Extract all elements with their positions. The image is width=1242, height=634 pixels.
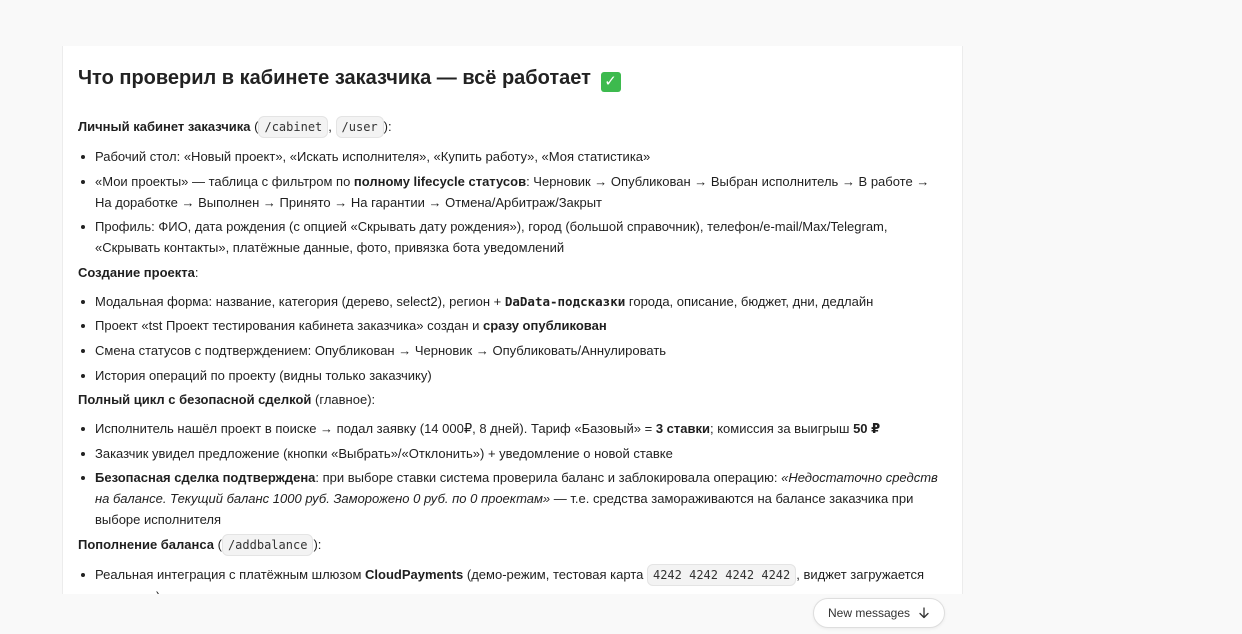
list-item: Профиль: ФИО, дата рождения (с опцией «С…	[81, 216, 947, 258]
text-span: Модальная форма: название, категория (де…	[95, 293, 505, 309]
text-span: Реальная интеграция с платёжным шлюзом	[95, 566, 366, 582]
inline-code: /cabinet	[258, 116, 329, 138]
list-item: Проект «tst Проект тестирования кабинета…	[81, 315, 947, 336]
heading-text: Что проверил в кабинете заказчика — всё …	[78, 67, 591, 89]
list-item-text: Заказчик увидел предложение (кнопки «Выб…	[95, 445, 673, 461]
bold-text: CloudPayments	[365, 566, 464, 582]
list-item: Рабочий стол: «Новый проект», «Искать ис…	[81, 146, 947, 167]
title-punct: (	[250, 119, 259, 134]
section-list-balance: Реальная интеграция с платёжным шлюзом C…	[78, 563, 947, 594]
list-item: Смена статусов с подтверждением: Опублик…	[81, 340, 947, 361]
section-title-text: Полный цикл с безопасной сделкой	[78, 392, 312, 408]
list-item: «Мои проекты» — таблица с фильтром по по…	[81, 171, 947, 213]
list-item: Безопасная сделка подтверждена: при выбо…	[81, 467, 947, 530]
section-title-deal: Полный цикл с безопасной сделкой (главно…	[78, 389, 947, 410]
section-title-cabinet: Личный кабинет заказчика (/cabinet, /use…	[78, 116, 947, 138]
arrow-down-icon	[919, 607, 929, 619]
list-item: История операций по проекту (видны тольк…	[81, 365, 947, 386]
list-item-text: История операций по проекту (видны тольк…	[95, 367, 432, 383]
check-mark-icon: ✓	[600, 72, 621, 92]
list-item: Реальная интеграция с платёжным шлюзом C…	[81, 563, 947, 594]
text-span: (демо-режим, тестовая карта	[463, 566, 647, 582]
bold-text: сразу опубликован	[483, 318, 607, 334]
text-span: Проект «tst Проект тестирования кабинета…	[95, 318, 484, 334]
section-list-cabinet: Рабочий стол: «Новый проект», «Искать ис…	[78, 146, 947, 258]
new-messages-button[interactable]: New messages	[813, 598, 945, 628]
title-punct: ):	[383, 119, 392, 134]
list-item-text: Смена статусов с подтверждением: Опублик…	[95, 342, 667, 358]
section-title-text: Личный кабинет заказчика	[78, 119, 251, 134]
text-span: Исполнитель нашёл проект в поиске → пода…	[95, 421, 656, 437]
text-span: города, описание, бюджет, дни, дедлайн	[625, 293, 874, 309]
title-punct: ):	[313, 536, 322, 552]
section-list-deal: Исполнитель нашёл проект в поиске → пода…	[78, 418, 947, 530]
text-span: ; комиссия за выигрыш	[709, 421, 854, 437]
title-punct: :	[194, 264, 199, 280]
assistant-message: Что проверил в кабинете заказчика — всё …	[62, 46, 963, 594]
list-item: Модальная форма: название, категория (де…	[81, 291, 947, 312]
message-heading: Что проверил в кабинете заказчика — всё …	[78, 64, 947, 92]
section-title-text: Пополнение баланса	[78, 536, 214, 552]
list-item: Заказчик увидел предложение (кнопки «Выб…	[81, 443, 947, 464]
bold-text: Безопасная сделка подтверждена	[95, 470, 316, 486]
section-title-project: Создание проекта:	[78, 262, 947, 283]
bold-text: полному lifecycle статусов	[353, 173, 527, 189]
list-item-text: Рабочий стол: «Новый проект», «Искать ис…	[95, 149, 651, 164]
inline-code: /addbalance	[221, 533, 314, 556]
list-item-text: Профиль: ФИО, дата рождения (с опцией «С…	[95, 219, 888, 256]
section-title-text: Создание проекта	[78, 264, 195, 280]
bold-text: DaData-подсказки	[504, 293, 626, 309]
text-span: : при выборе ставки система проверила ба…	[315, 470, 782, 486]
title-punct: (главное):	[311, 392, 376, 408]
inline-code: 4242 4242 4242 4242	[646, 563, 797, 586]
section-title-balance: Пополнение баланса (/addbalance):	[78, 533, 947, 556]
list-item: Исполнитель нашёл проект в поиске → пода…	[81, 418, 947, 439]
text-span: «Мои проекты» — таблица с фильтром по	[95, 173, 354, 189]
chat-page: Что проверил в кабинете заказчика — всё …	[0, 0, 1242, 634]
message-content: Что проверил в кабинете заказчика — всё …	[63, 46, 962, 594]
section-list-project: Модальная форма: название, категория (де…	[78, 291, 947, 386]
bold-text: 3 ставки	[655, 421, 710, 437]
bold-text: 50 ₽	[853, 421, 881, 437]
title-punct: (	[214, 536, 222, 552]
inline-code: /user	[335, 116, 384, 138]
new-messages-label: New messages	[827, 606, 911, 620]
